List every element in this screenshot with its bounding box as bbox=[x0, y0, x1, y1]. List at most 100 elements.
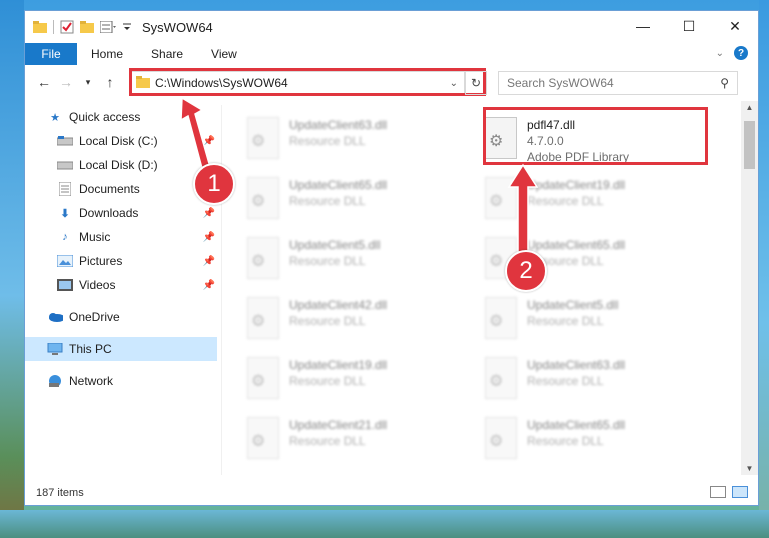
search-placeholder: Search SysWOW64 bbox=[507, 76, 614, 90]
file-item[interactable]: ⚙ UpdateClient42.dll Resource DLL bbox=[223, 293, 443, 347]
refresh-icon: ↻ bbox=[470, 76, 482, 90]
file-name: UpdateClient65.dll bbox=[289, 178, 388, 192]
sidebar-item-pictures[interactable]: Pictures 📌 bbox=[25, 249, 217, 273]
sidebar-item-label: Local Disk (D:) bbox=[79, 158, 158, 172]
network-icon bbox=[47, 374, 63, 388]
dll-file-icon: ⚙ bbox=[243, 117, 283, 163]
scroll-down-icon[interactable]: ▼ bbox=[741, 464, 758, 473]
drive-icon bbox=[57, 134, 73, 148]
sidebar-item-onedrive[interactable]: OneDrive bbox=[25, 305, 217, 329]
sidebar-item-music[interactable]: ♪ Music 📌 bbox=[25, 225, 217, 249]
file-item[interactable]: ⚙ UpdateClient5.dll Resource DLL bbox=[461, 293, 681, 347]
sidebar-item-label: OneDrive bbox=[69, 310, 120, 324]
ribbon-right-controls: ⌄ ? bbox=[716, 46, 748, 60]
file-item[interactable]: ⚙ UpdateClient63.dll Resource DLL bbox=[461, 353, 681, 407]
dll-file-icon: ⚙ bbox=[243, 297, 283, 343]
view-toggle bbox=[710, 486, 748, 498]
dll-file-icon: ⚙ bbox=[243, 237, 283, 283]
pictures-icon bbox=[57, 254, 73, 268]
file-name: UpdateClient21.dll bbox=[289, 418, 388, 432]
folder-icon[interactable] bbox=[33, 21, 47, 33]
file-highlight-box bbox=[483, 107, 708, 165]
tab-file[interactable]: File bbox=[25, 43, 77, 65]
star-icon: ★ bbox=[50, 111, 60, 124]
sidebar-item-label: Documents bbox=[79, 182, 140, 196]
large-icons-view-icon[interactable] bbox=[732, 486, 748, 498]
search-icon: ⚲ bbox=[720, 76, 729, 90]
sidebar-item-label: Quick access bbox=[69, 110, 141, 124]
annotation-arrow-2 bbox=[507, 163, 539, 256]
file-item[interactable]: ⚙ UpdateClient19.dll Resource DLL bbox=[461, 173, 681, 227]
pin-icon[interactable]: 📌 bbox=[203, 232, 215, 243]
file-item[interactable]: ⚙ UpdateClient65.dll Resource DLL bbox=[461, 233, 681, 287]
file-item[interactable]: ⚙ UpdateClient65.dll Resource DLL bbox=[461, 413, 681, 467]
file-description: Resource DLL bbox=[527, 194, 604, 208]
ribbon-tabs: File Home Share View ⌄ ? bbox=[25, 43, 758, 65]
recent-locations-icon[interactable]: ▾ bbox=[77, 77, 99, 88]
file-name: UpdateClient5.dll bbox=[527, 298, 619, 312]
vertical-scrollbar[interactable]: ▲ ▼ bbox=[741, 101, 758, 475]
back-arrow-icon[interactable]: ← bbox=[33, 74, 55, 90]
file-name: UpdateClient65.dll bbox=[527, 418, 626, 432]
file-name: UpdateClient19.dll bbox=[289, 358, 388, 372]
desktop-background-right bbox=[759, 0, 769, 538]
dll-file-icon: ⚙ bbox=[243, 417, 283, 463]
details-view-icon[interactable] bbox=[710, 486, 726, 498]
file-description: Resource DLL bbox=[527, 374, 604, 388]
documents-icon bbox=[57, 182, 73, 196]
help-icon[interactable]: ? bbox=[734, 46, 748, 60]
step-badge-1: 1 bbox=[193, 163, 235, 205]
file-item[interactable]: ⚙ UpdateClient63.dll Resource DLL bbox=[223, 113, 443, 167]
scroll-thumb[interactable] bbox=[744, 121, 755, 169]
sidebar-item-label: Pictures bbox=[79, 254, 123, 268]
sidebar-item-this-pc[interactable]: This PC bbox=[25, 337, 217, 361]
dll-file-icon: ⚙ bbox=[243, 177, 283, 223]
properties-icon[interactable] bbox=[60, 20, 74, 34]
view-options-icon[interactable] bbox=[100, 21, 116, 33]
file-name: UpdateClient63.dll bbox=[527, 358, 626, 372]
expand-ribbon-icon[interactable]: ⌄ bbox=[716, 48, 724, 59]
tab-share[interactable]: Share bbox=[137, 43, 197, 65]
quick-access-toolbar bbox=[33, 20, 132, 34]
file-name: UpdateClient63.dll bbox=[289, 118, 388, 132]
window-title: SysWOW64 bbox=[142, 19, 213, 35]
pin-icon[interactable]: 📌 bbox=[203, 256, 215, 267]
file-description: Resource DLL bbox=[527, 314, 604, 328]
file-name: UpdateClient42.dll bbox=[289, 298, 388, 312]
sidebar-item-videos[interactable]: Videos 📌 bbox=[25, 273, 217, 297]
desktop-background-bottom bbox=[0, 510, 769, 538]
sidebar-item-label: Local Disk (C:) bbox=[79, 134, 158, 148]
window-controls: — ☐ ✕ bbox=[620, 11, 758, 41]
step-badge-2: 2 bbox=[505, 250, 547, 292]
new-folder-icon[interactable] bbox=[80, 21, 94, 33]
drive-icon bbox=[57, 158, 73, 172]
tab-home[interactable]: Home bbox=[77, 43, 137, 65]
refresh-button[interactable]: ↻ bbox=[465, 71, 487, 95]
customize-toolbar-icon[interactable] bbox=[122, 22, 132, 32]
search-input[interactable]: Search SysWOW64 ⚲ bbox=[498, 71, 738, 95]
sidebar-item-network[interactable]: Network bbox=[25, 369, 217, 393]
desktop-background-left bbox=[0, 0, 24, 538]
file-item[interactable]: ⚙ UpdateClient65.dll Resource DLL bbox=[223, 173, 443, 227]
toolbar-separator bbox=[53, 20, 54, 34]
sidebar-item-label: This PC bbox=[69, 342, 112, 356]
up-arrow-icon[interactable]: ↑ bbox=[99, 74, 121, 90]
pin-icon[interactable]: 📌 bbox=[203, 208, 215, 219]
file-description: Resource DLL bbox=[289, 134, 366, 148]
maximize-button[interactable]: ☐ bbox=[666, 11, 712, 41]
file-item[interactable]: ⚙ UpdateClient21.dll Resource DLL bbox=[223, 413, 443, 467]
close-button[interactable]: ✕ bbox=[712, 11, 758, 41]
forward-arrow-icon[interactable]: → bbox=[55, 74, 77, 90]
file-name: UpdateClient19.dll bbox=[527, 178, 626, 192]
dll-file-icon: ⚙ bbox=[243, 357, 283, 403]
file-item[interactable]: ⚙ UpdateClient5.dll Resource DLL bbox=[223, 233, 443, 287]
explorer-window: SysWOW64 — ☐ ✕ File Home Share View ⌄ ? … bbox=[24, 10, 759, 506]
dll-file-icon: ⚙ bbox=[481, 297, 521, 343]
scroll-up-icon[interactable]: ▲ bbox=[741, 103, 758, 112]
tab-view[interactable]: View bbox=[197, 43, 251, 65]
pin-icon[interactable]: 📌 bbox=[203, 280, 215, 291]
file-item[interactable]: ⚙ UpdateClient19.dll Resource DLL bbox=[223, 353, 443, 407]
minimize-button[interactable]: — bbox=[620, 11, 666, 41]
sidebar-item-downloads[interactable]: ⬇ Downloads 📌 bbox=[25, 201, 217, 225]
cloud-icon bbox=[47, 310, 63, 324]
